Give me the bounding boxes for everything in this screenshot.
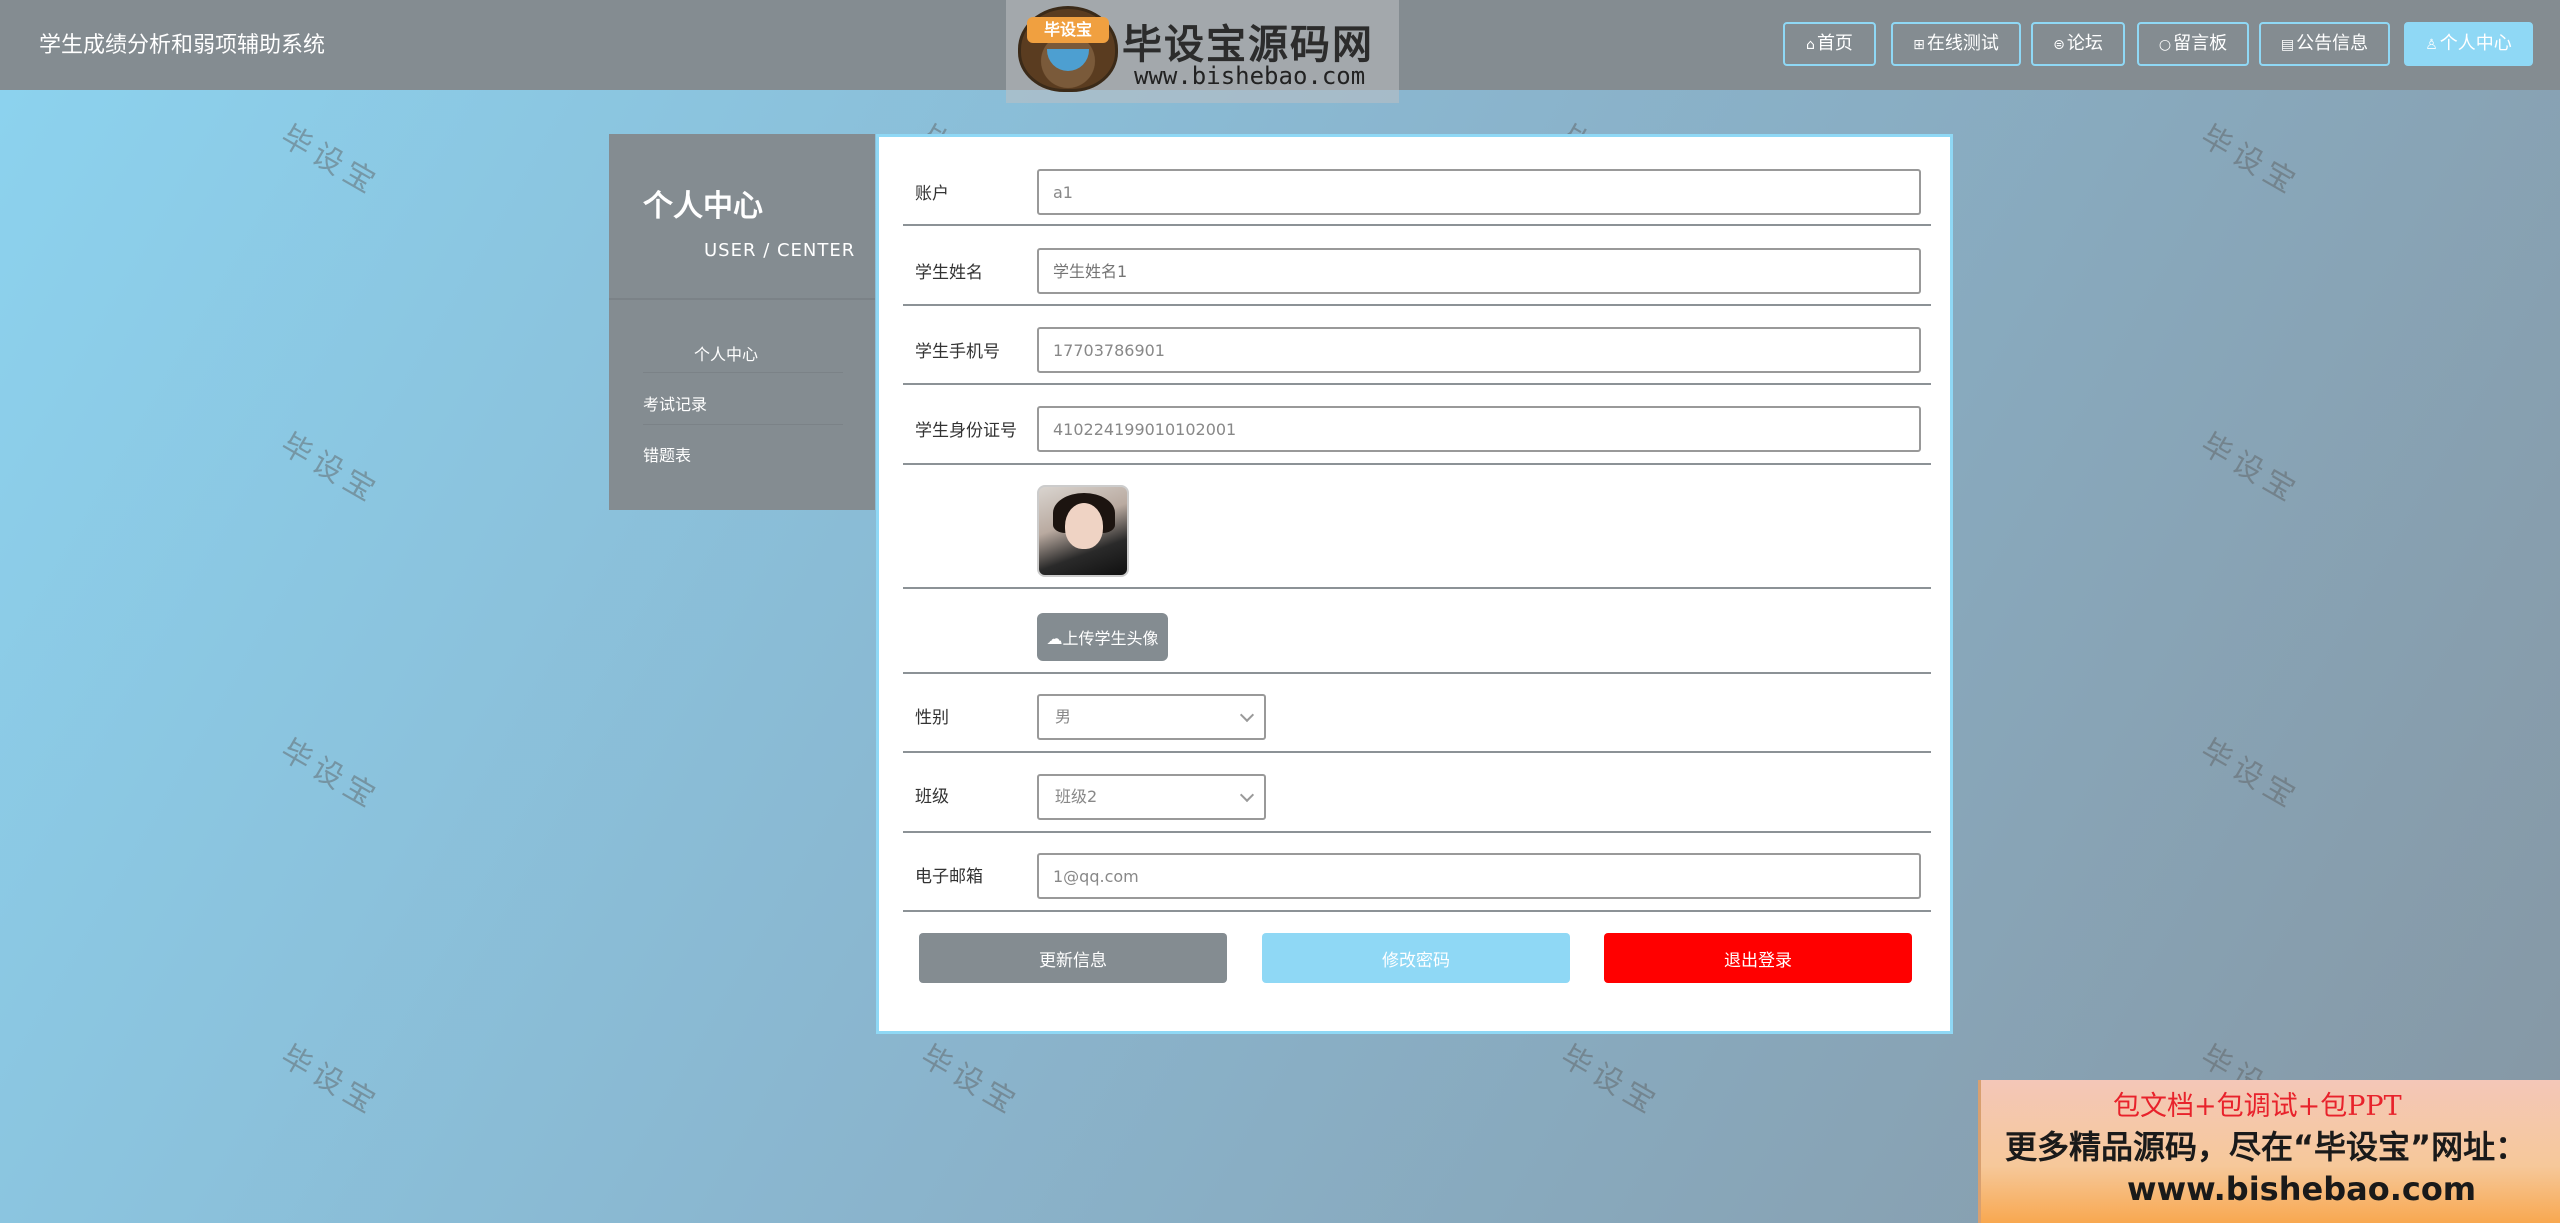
watermark: 毕设宝 [274, 118, 386, 204]
nav-message-board[interactable]: ○ 留言板 [2137, 22, 2249, 66]
account-input[interactable] [1037, 169, 1921, 215]
user-center-sidebar: 个人中心 USER / CENTER 个人中心 考试记录 错题表 [609, 134, 875, 510]
promo-line-1: 包文档+包调试+包PPT [2113, 1091, 2402, 1122]
watermark: 毕设宝 [1554, 1038, 1666, 1124]
user-icon: ♙ [2425, 37, 2438, 53]
sidebar-item-wrong-questions[interactable]: 错题表 [643, 442, 691, 466]
watermark: 毕设宝 [2194, 118, 2306, 204]
watermark: 毕设宝 [274, 732, 386, 818]
student-name-input[interactable] [1037, 248, 1921, 294]
chevron-down-icon [1239, 787, 1255, 803]
forum-icon: ⊜ [2053, 37, 2065, 53]
class-select[interactable]: 班级2 [1037, 774, 1266, 820]
student-phone-input[interactable] [1037, 327, 1921, 373]
message-icon: ○ [2158, 37, 2172, 53]
notice-icon: ▤ [2280, 37, 2295, 53]
email-input[interactable] [1037, 853, 1921, 899]
site-logo: 毕设宝 毕设宝源码网 www.bishebao.com [1006, 0, 1399, 103]
watermark: 毕设宝 [274, 426, 386, 512]
nav-forum[interactable]: ⊜ 论坛 [2031, 22, 2125, 66]
class-label: 班级 [915, 787, 949, 807]
profile-form: 账户 学生姓名 学生手机号 学生身份证号 ☁上传学生头像 性别 男 班级 班级2… [876, 134, 1953, 1034]
promo-banner[interactable]: 包文档+包调试+包PPT 更多精品源码，尽在“毕设宝”网址： www.bishe… [1978, 1080, 2560, 1223]
nav-notice[interactable]: ▤ 公告信息 [2259, 22, 2390, 66]
gender-select[interactable]: 男 [1037, 694, 1266, 740]
email-label: 电子邮箱 [915, 867, 983, 887]
system-title: 学生成绩分析和弱项辅助系统 [39, 33, 326, 58]
watermark: 毕设宝 [914, 1038, 1026, 1124]
account-label: 账户 [915, 184, 949, 204]
change-password-button[interactable]: 修改密码 [1262, 933, 1570, 983]
watermark: 毕设宝 [274, 1038, 386, 1124]
nav-user-center[interactable]: ♙ 个人中心 [2404, 22, 2533, 66]
sidebar-title: 个人中心 [643, 189, 763, 224]
logo-mascot-icon: 毕设宝 [1018, 6, 1118, 92]
student-id-input[interactable] [1037, 406, 1921, 452]
watermark: 毕设宝 [2194, 426, 2306, 512]
home-icon: ⌂ [1806, 37, 1815, 53]
sidebar-item-user-center[interactable]: 个人中心 [694, 341, 758, 365]
promo-line-2: 更多精品源码，尽在“毕设宝”网址： [2005, 1128, 2528, 1166]
update-info-button[interactable]: 更新信息 [919, 933, 1227, 983]
watermark: 毕设宝 [2194, 732, 2306, 818]
nav-online-test[interactable]: ⊞ 在线测试 [1891, 22, 2021, 66]
gender-label: 性别 [915, 708, 949, 728]
student-phone-label: 学生手机号 [915, 342, 1000, 362]
logo-url: www.bishebao.com [1134, 62, 1366, 90]
nav-home[interactable]: ⌂ 首页 [1783, 22, 1876, 66]
student-id-label: 学生身份证号 [915, 421, 1017, 441]
sidebar-header: 个人中心 USER / CENTER [609, 134, 875, 300]
cloud-upload-icon: ☁ [1046, 629, 1063, 648]
student-name-label: 学生姓名 [915, 263, 983, 283]
upload-avatar-button[interactable]: ☁上传学生头像 [1037, 613, 1168, 661]
sidebar-item-exam-records[interactable]: 考试记录 [643, 391, 707, 415]
test-icon: ⊞ [1913, 37, 1925, 53]
sidebar-subtitle: USER / CENTER [704, 240, 856, 261]
logout-button[interactable]: 退出登录 [1604, 933, 1912, 983]
promo-url: www.bishebao.com [2127, 1170, 2477, 1208]
chevron-down-icon [1239, 707, 1255, 723]
student-avatar [1037, 485, 1129, 577]
